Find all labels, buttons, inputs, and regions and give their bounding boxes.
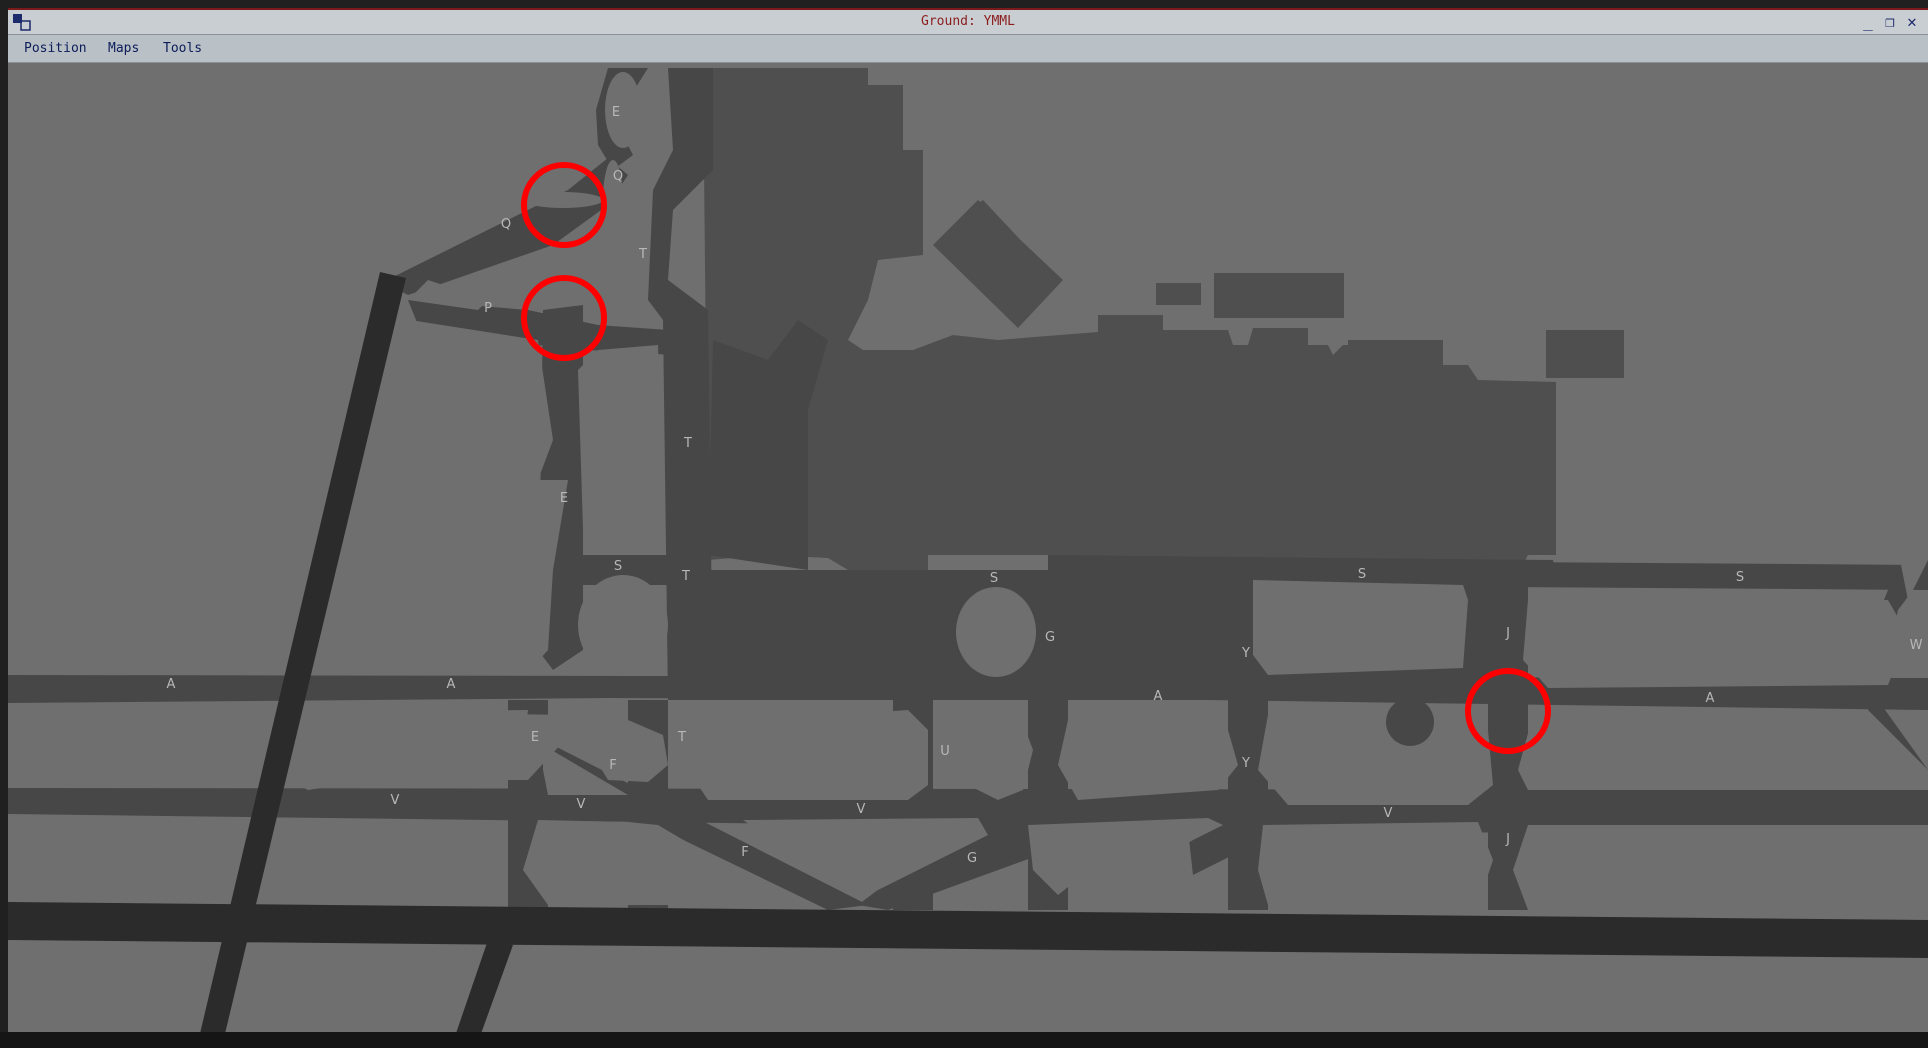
taxiway-label: V — [391, 793, 400, 808]
taxiway-label: Q — [613, 169, 623, 184]
taxiway-label: Y — [1241, 756, 1250, 771]
taxiway-label: S — [1736, 570, 1744, 585]
menu-maps[interactable]: Maps — [108, 41, 139, 56]
taxiway-label: A — [167, 677, 176, 692]
taxiway-label: S — [1358, 567, 1366, 582]
maximize-button[interactable]: ❐ — [1880, 12, 1900, 32]
taxiway-label: Y — [1241, 646, 1250, 661]
taxiway-label: G — [967, 851, 977, 866]
taxiway-label: T — [638, 247, 647, 262]
atc-window: Ground: YMML _ ❐ ✕ Position Maps Tools E… — [8, 8, 1928, 1042]
taxiway-label: V — [1384, 806, 1393, 821]
taxiway-label: A — [447, 677, 456, 692]
ground-map[interactable]: E Q Q T P T E S T S G S S J Y W A A A A … — [8, 63, 1928, 1042]
taxiway-label: E — [531, 730, 539, 745]
taxiway-label: E — [560, 491, 568, 506]
taxiway-label: Q — [501, 217, 511, 232]
taxiway-label: U — [940, 744, 950, 759]
taxiway-label: P — [484, 301, 492, 316]
taxiway-label: T — [677, 730, 686, 745]
menu-bar: Position Maps Tools — [8, 35, 1928, 63]
taxiway-label: S — [614, 559, 622, 574]
taxiway-label: T — [681, 569, 690, 584]
taxiway-label: E — [612, 105, 620, 120]
taxiway-label: A — [1706, 691, 1715, 706]
taxiway-label: T — [683, 436, 692, 451]
status-strip — [0, 1032, 1928, 1048]
taxiway-label: F — [741, 845, 748, 860]
taxiway-label: S — [990, 571, 998, 586]
menu-tools[interactable]: Tools — [163, 41, 202, 56]
title-bar[interactable]: Ground: YMML _ ❐ ✕ — [8, 10, 1928, 35]
taxiway-label: A — [1154, 689, 1163, 704]
taxiway-label: G — [1045, 630, 1055, 645]
taxiway-label: W — [1910, 638, 1923, 653]
minimize-button[interactable]: _ — [1858, 12, 1878, 32]
window-title: Ground: YMML — [921, 14, 1015, 29]
taxiway-label: V — [857, 802, 866, 817]
taxiway-label: F — [609, 758, 616, 773]
menu-position[interactable]: Position — [24, 41, 87, 56]
taxiway-label: V — [577, 797, 586, 812]
taxiway-label: J — [1505, 832, 1510, 847]
taxiway-label: J — [1505, 626, 1510, 641]
close-button[interactable]: ✕ — [1902, 12, 1922, 32]
